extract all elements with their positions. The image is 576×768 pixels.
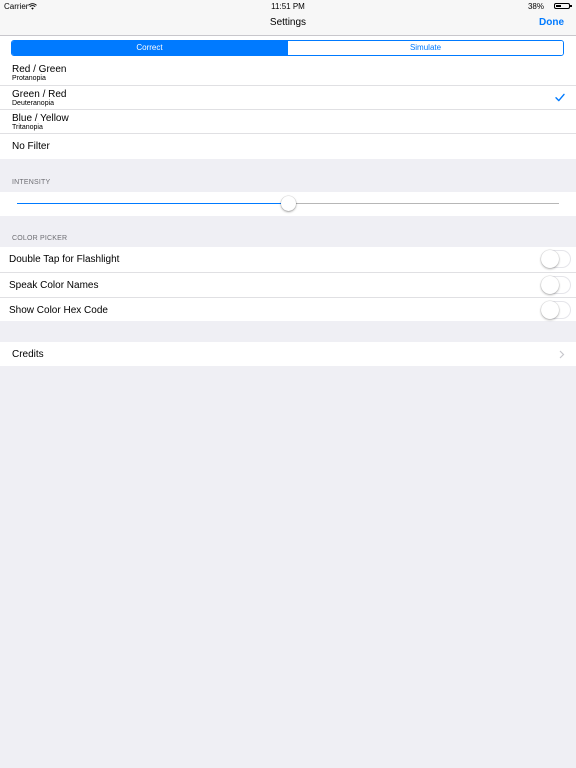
segment-simulate[interactable]: Simulate bbox=[287, 41, 563, 55]
segment-correct[interactable]: Correct bbox=[12, 41, 287, 55]
credits-label: Credits bbox=[12, 349, 44, 360]
checkmark-icon bbox=[555, 93, 565, 102]
toggle-row-speak-names: Speak Color Names bbox=[0, 272, 576, 297]
intensity-section-header: INTENSITY bbox=[12, 179, 51, 186]
toggle-label: Double Tap for Flashlight bbox=[9, 254, 120, 265]
filter-title: Green / Red bbox=[12, 89, 67, 100]
battery-icon bbox=[554, 3, 572, 9]
credits-row[interactable]: Credits bbox=[0, 342, 576, 366]
status-bar: Carrier 11:51 PM 38% bbox=[0, 0, 576, 13]
hex-code-toggle-switch[interactable] bbox=[541, 301, 571, 319]
intensity-slider-fill bbox=[17, 203, 288, 204]
color-picker-section-header: COLOR PICKER bbox=[12, 235, 68, 242]
page-title: Settings bbox=[269, 17, 307, 28]
mode-segment-row: Correct Simulate bbox=[0, 36, 576, 61]
mode-segmented-control: Correct Simulate bbox=[11, 40, 564, 56]
filter-row-deuteranopia[interactable]: Green / Red Deuteranopia bbox=[0, 85, 576, 109]
speak-names-toggle-switch[interactable] bbox=[541, 276, 571, 294]
clock: 11:51 PM bbox=[271, 2, 305, 11]
filter-row-tritanopia[interactable]: Blue / Yellow Tritanopia bbox=[0, 109, 576, 133]
filter-title: Blue / Yellow bbox=[12, 113, 69, 124]
color-picker-list: Double Tap for Flashlight Speak Color Na… bbox=[0, 247, 576, 321]
intensity-slider-thumb[interactable] bbox=[280, 196, 296, 211]
toggle-label: Show Color Hex Code bbox=[9, 305, 108, 316]
toggle-row-flashlight: Double Tap for Flashlight bbox=[0, 247, 576, 272]
filter-list: Red / Green Protanopia Green / Red Deute… bbox=[0, 61, 576, 159]
filter-subtitle: Protanopia bbox=[12, 75, 46, 82]
battery-percent: 38% bbox=[527, 2, 544, 11]
chevron-right-icon bbox=[559, 350, 565, 359]
filter-subtitle: Deuteranopia bbox=[12, 100, 55, 107]
credits-group: Credits bbox=[0, 342, 576, 366]
filter-row-protanopia[interactable]: Red / Green Protanopia bbox=[0, 61, 576, 85]
done-button[interactable]: Done bbox=[539, 17, 564, 28]
flashlight-toggle-switch[interactable] bbox=[541, 250, 571, 268]
toggle-label: Speak Color Names bbox=[9, 280, 99, 291]
filter-title: No Filter bbox=[12, 141, 50, 152]
filter-row-no-filter[interactable]: No Filter bbox=[0, 133, 576, 157]
navigation-bar: Settings Done bbox=[0, 13, 576, 36]
filter-title: Red / Green bbox=[12, 64, 67, 75]
filter-subtitle: Tritanopia bbox=[12, 124, 43, 131]
toggle-row-hex-code: Show Color Hex Code bbox=[0, 297, 576, 321]
